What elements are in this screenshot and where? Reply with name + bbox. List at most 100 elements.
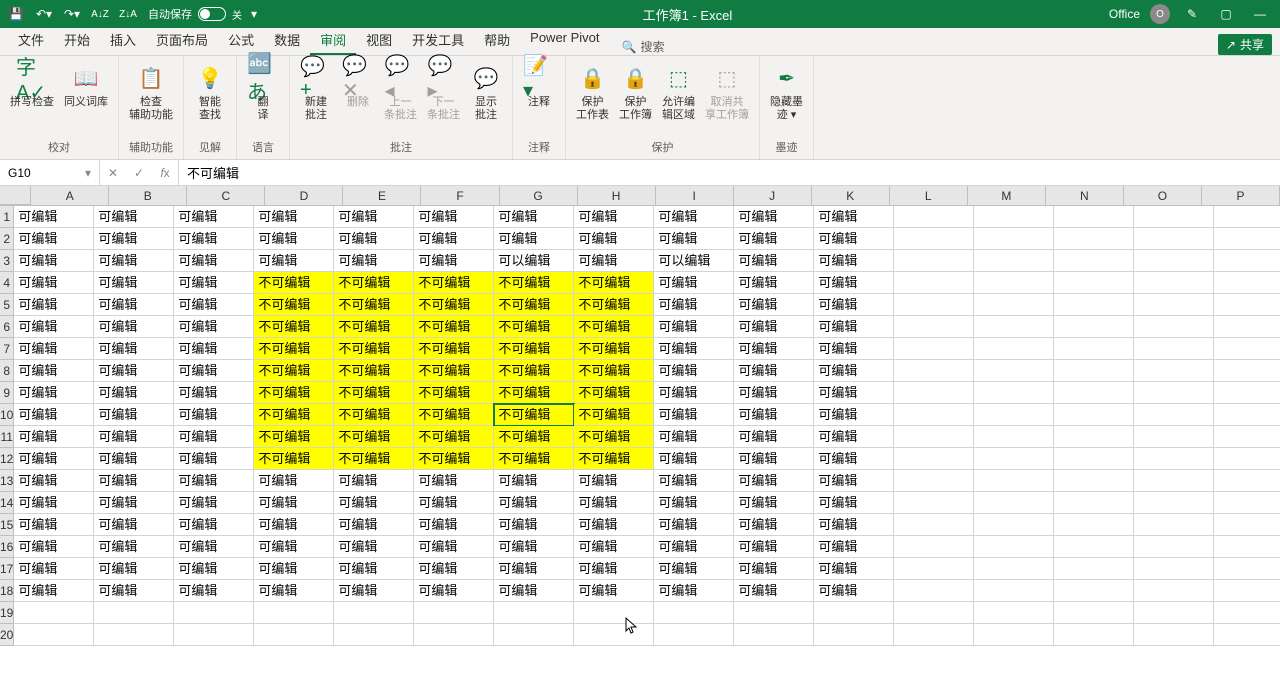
cell-J3[interactable]: 可编辑 — [734, 250, 814, 272]
cell-G2[interactable]: 可编辑 — [494, 228, 574, 250]
cell-C5[interactable]: 可编辑 — [174, 294, 254, 316]
cell-J17[interactable]: 可编辑 — [734, 558, 814, 580]
cell-G3[interactable]: 可以编辑 — [494, 250, 574, 272]
cell-P10[interactable] — [1214, 404, 1280, 426]
row-header-3[interactable]: 3 — [0, 250, 14, 272]
cell-D1[interactable]: 可编辑 — [254, 206, 334, 228]
save-icon[interactable]: 💾 — [4, 2, 28, 26]
cell-I13[interactable]: 可编辑 — [654, 470, 734, 492]
cell-E10[interactable]: 不可编辑 — [334, 404, 414, 426]
cell-P20[interactable] — [1214, 624, 1280, 646]
cell-N5[interactable] — [1054, 294, 1134, 316]
cell-I3[interactable]: 可以编辑 — [654, 250, 734, 272]
sort-asc-icon[interactable]: A↓Z — [88, 2, 112, 26]
cell-B3[interactable]: 可编辑 — [94, 250, 174, 272]
cell-A2[interactable]: 可编辑 — [14, 228, 94, 250]
cell-D10[interactable]: 不可编辑 — [254, 404, 334, 426]
cancel-formula-icon[interactable]: ✕ — [100, 166, 126, 180]
cell-K8[interactable]: 可编辑 — [814, 360, 894, 382]
cell-J10[interactable]: 可编辑 — [734, 404, 814, 426]
cell-F10[interactable]: 不可编辑 — [414, 404, 494, 426]
cell-B15[interactable]: 可编辑 — [94, 514, 174, 536]
cell-N17[interactable] — [1054, 558, 1134, 580]
cell-K13[interactable]: 可编辑 — [814, 470, 894, 492]
fx-icon[interactable]: fx — [152, 166, 178, 180]
col-header-L[interactable]: L — [890, 186, 968, 205]
cell-G20[interactable] — [494, 624, 574, 646]
cell-O8[interactable] — [1134, 360, 1214, 382]
cell-A19[interactable] — [14, 602, 94, 624]
cell-M6[interactable] — [974, 316, 1054, 338]
ribbon-btn-拼写检查[interactable]: 字A✓拼写检查 — [6, 60, 58, 111]
cell-L3[interactable] — [894, 250, 974, 272]
cell-O7[interactable] — [1134, 338, 1214, 360]
cell-H7[interactable]: 不可编辑 — [574, 338, 654, 360]
cell-G15[interactable]: 可编辑 — [494, 514, 574, 536]
cell-L6[interactable] — [894, 316, 974, 338]
cell-O11[interactable] — [1134, 426, 1214, 448]
cell-B9[interactable]: 可编辑 — [94, 382, 174, 404]
row-header-5[interactable]: 5 — [0, 294, 14, 316]
cell-F7[interactable]: 不可编辑 — [414, 338, 494, 360]
cell-M11[interactable] — [974, 426, 1054, 448]
cell-H10[interactable]: 不可编辑 — [574, 404, 654, 426]
cell-K19[interactable] — [814, 602, 894, 624]
cell-A8[interactable]: 可编辑 — [14, 360, 94, 382]
cell-L7[interactable] — [894, 338, 974, 360]
col-header-G[interactable]: G — [500, 186, 578, 205]
cell-B4[interactable]: 可编辑 — [94, 272, 174, 294]
cell-F4[interactable]: 不可编辑 — [414, 272, 494, 294]
cell-L12[interactable] — [894, 448, 974, 470]
col-header-M[interactable]: M — [968, 186, 1046, 205]
cell-K1[interactable]: 可编辑 — [814, 206, 894, 228]
cell-M4[interactable] — [974, 272, 1054, 294]
cell-G4[interactable]: 不可编辑 — [494, 272, 574, 294]
cell-F17[interactable]: 可编辑 — [414, 558, 494, 580]
cell-D20[interactable] — [254, 624, 334, 646]
cell-G1[interactable]: 可编辑 — [494, 206, 574, 228]
cell-I6[interactable]: 可编辑 — [654, 316, 734, 338]
cell-H11[interactable]: 不可编辑 — [574, 426, 654, 448]
cell-N8[interactable] — [1054, 360, 1134, 382]
cell-D11[interactable]: 不可编辑 — [254, 426, 334, 448]
cell-O19[interactable] — [1134, 602, 1214, 624]
col-header-B[interactable]: B — [109, 186, 187, 205]
cell-D13[interactable]: 可编辑 — [254, 470, 334, 492]
cell-D19[interactable] — [254, 602, 334, 624]
cell-F9[interactable]: 不可编辑 — [414, 382, 494, 404]
row-header-10[interactable]: 10 — [0, 404, 14, 426]
cell-A1[interactable]: 可编辑 — [14, 206, 94, 228]
tab-开始[interactable]: 开始 — [54, 24, 100, 55]
cell-G5[interactable]: 不可编辑 — [494, 294, 574, 316]
cell-C9[interactable]: 可编辑 — [174, 382, 254, 404]
cell-J6[interactable]: 可编辑 — [734, 316, 814, 338]
cell-D2[interactable]: 可编辑 — [254, 228, 334, 250]
cell-F11[interactable]: 不可编辑 — [414, 426, 494, 448]
cell-C11[interactable]: 可编辑 — [174, 426, 254, 448]
cell-L5[interactable] — [894, 294, 974, 316]
cell-A4[interactable]: 可编辑 — [14, 272, 94, 294]
cell-A6[interactable]: 可编辑 — [14, 316, 94, 338]
cell-J13[interactable]: 可编辑 — [734, 470, 814, 492]
cell-H2[interactable]: 可编辑 — [574, 228, 654, 250]
tab-插入[interactable]: 插入 — [100, 24, 146, 55]
cell-A20[interactable] — [14, 624, 94, 646]
search-button[interactable]: 🔍 搜索 — [622, 38, 665, 55]
cell-K3[interactable]: 可编辑 — [814, 250, 894, 272]
cell-M16[interactable] — [974, 536, 1054, 558]
cell-C4[interactable]: 可编辑 — [174, 272, 254, 294]
spreadsheet-grid[interactable]: ABCDEFGHIJKLMNOP 12345678910111213141516… — [0, 186, 1280, 684]
cell-G8[interactable]: 不可编辑 — [494, 360, 574, 382]
cell-E14[interactable]: 可编辑 — [334, 492, 414, 514]
cell-C7[interactable]: 可编辑 — [174, 338, 254, 360]
cell-G6[interactable]: 不可编辑 — [494, 316, 574, 338]
name-box[interactable]: G10 ▾ — [0, 160, 100, 185]
ribbon-options-icon[interactable]: ▢ — [1214, 2, 1238, 26]
cell-F20[interactable] — [414, 624, 494, 646]
cell-C3[interactable]: 可编辑 — [174, 250, 254, 272]
cell-L8[interactable] — [894, 360, 974, 382]
cell-J8[interactable]: 可编辑 — [734, 360, 814, 382]
cell-N4[interactable] — [1054, 272, 1134, 294]
cell-A15[interactable]: 可编辑 — [14, 514, 94, 536]
cell-L9[interactable] — [894, 382, 974, 404]
